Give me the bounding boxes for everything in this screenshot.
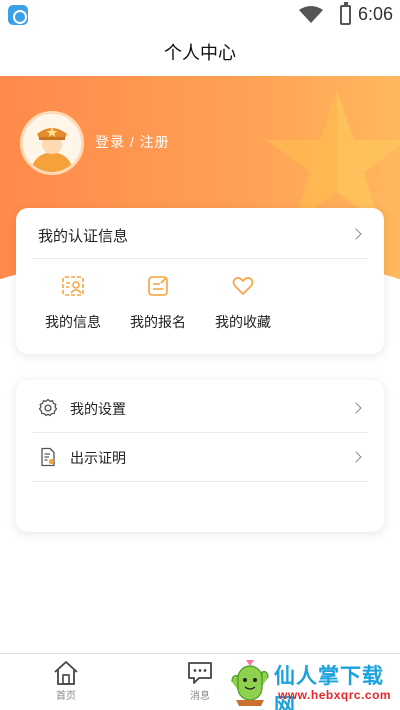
my-registration-button[interactable]: 我的报名: [116, 274, 200, 344]
status-time: 6:06: [358, 4, 394, 24]
divider: [32, 481, 368, 482]
battery-icon: [340, 2, 351, 25]
cactus-logo-icon: [231, 660, 269, 706]
page-title: 个人中心: [164, 43, 236, 63]
auth-info-row[interactable]: 我的认证信息: [16, 208, 384, 258]
site-watermark: 仙人掌下载网 www.hebxqrc.com: [222, 656, 400, 710]
my-favorites-button[interactable]: 我的收藏: [201, 274, 285, 344]
tab-home-label: 首页: [56, 691, 76, 702]
my-settings-label: 我的设置: [70, 401, 126, 417]
avatar[interactable]: [20, 111, 84, 175]
auth-info-title: 我的认证信息: [38, 228, 129, 245]
wifi-icon: [299, 6, 323, 23]
gear-icon: [38, 398, 58, 417]
settings-card: 我的设置 出示证明: [16, 380, 384, 532]
tab-home[interactable]: 首页: [34, 658, 98, 708]
show-certificate-row[interactable]: 出示证明: [16, 433, 384, 481]
watermark-url: www.hebxqrc.com: [278, 688, 392, 702]
certificate-icon: [41, 447, 55, 467]
show-certificate-label: 出示证明: [70, 450, 126, 466]
divider: [32, 258, 368, 259]
message-icon: [188, 662, 212, 684]
chevron-right-icon: [350, 228, 362, 240]
my-settings-row[interactable]: 我的设置: [16, 384, 384, 432]
chevron-right-icon: [350, 402, 362, 414]
status-bar: 6:06: [0, 0, 400, 30]
edit-form-icon: [148, 276, 168, 296]
app-notification-icon: [8, 5, 28, 25]
auth-info-card: 我的认证信息 我的信息 我的报名 我的收藏: [16, 208, 384, 354]
chevron-right-icon: [350, 451, 362, 463]
my-registration-label: 我的报名: [130, 314, 186, 330]
officer-avatar-icon: [23, 114, 81, 172]
watermark-title: 仙人掌下载网: [274, 665, 384, 710]
my-favorites-label: 我的收藏: [215, 314, 271, 330]
id-card-icon: [62, 276, 84, 296]
my-info-button[interactable]: 我的信息: [31, 274, 115, 344]
heart-icon: [232, 277, 254, 295]
login-register-link[interactable]: 登录 / 注册: [95, 132, 170, 152]
home-icon: [54, 661, 78, 685]
my-info-label: 我的信息: [45, 314, 101, 330]
